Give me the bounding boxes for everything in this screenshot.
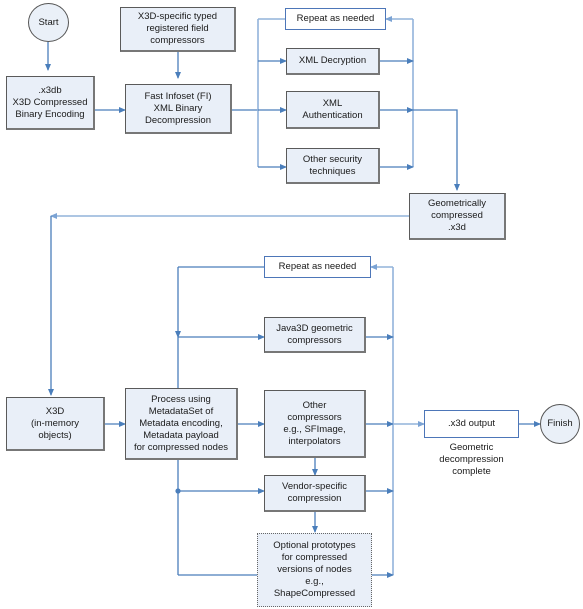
node-vendor-specific-compression[interactable]: Vendor-specific compression bbox=[264, 475, 366, 512]
wire-junction-dot bbox=[175, 488, 181, 494]
node-optional-prototypes[interactable]: Optional prototypes for compressed versi… bbox=[257, 533, 372, 607]
node-finish[interactable]: Finish bbox=[540, 404, 580, 444]
flowchart-canvas: .w { stroke:#4a7ebb; stroke-width:1.3; f… bbox=[0, 0, 583, 609]
wire-rightbus-to-geomcompressed bbox=[413, 109, 460, 191]
node-xml-decryption[interactable]: XML Decryption bbox=[286, 48, 380, 75]
node-start[interactable]: Start bbox=[28, 3, 69, 42]
node-x3d-output[interactable]: .x3d output bbox=[424, 410, 519, 438]
node-x3d-specific-typed-compressors[interactable]: X3D-specific typed registered field comp… bbox=[120, 7, 236, 52]
node-repeat-as-needed-top[interactable]: Repeat as needed bbox=[285, 8, 386, 30]
node-x3d-in-memory-objects[interactable]: X3D (in-memory objects) bbox=[6, 397, 105, 451]
node-x3db-compressed-binary-encoding[interactable]: .x3db X3D Compressed Binary Encoding bbox=[6, 76, 95, 130]
node-geometrically-compressed-x3d[interactable]: Geometrically compressed .x3d bbox=[409, 193, 506, 240]
node-xml-authentication[interactable]: XML Authentication bbox=[286, 91, 380, 129]
node-other-security-techniques[interactable]: Other security techniques bbox=[286, 148, 380, 184]
caption-geometric-decompression-complete: Geometric decompression complete bbox=[439, 442, 504, 477]
node-process-using-metadataset[interactable]: Process using MetadataSet of Metadata en… bbox=[125, 388, 238, 460]
node-other-compressors[interactable]: Other compressors e.g., SFImage, interpo… bbox=[264, 390, 366, 458]
node-java3d-geometric-compressors[interactable]: Java3D geometric compressors bbox=[264, 317, 366, 353]
node-repeat-as-needed-bottom[interactable]: Repeat as needed bbox=[264, 256, 371, 278]
node-fast-infoset-xml-binary-decompression[interactable]: Fast Infoset (FI) XML Binary Decompressi… bbox=[125, 84, 232, 134]
